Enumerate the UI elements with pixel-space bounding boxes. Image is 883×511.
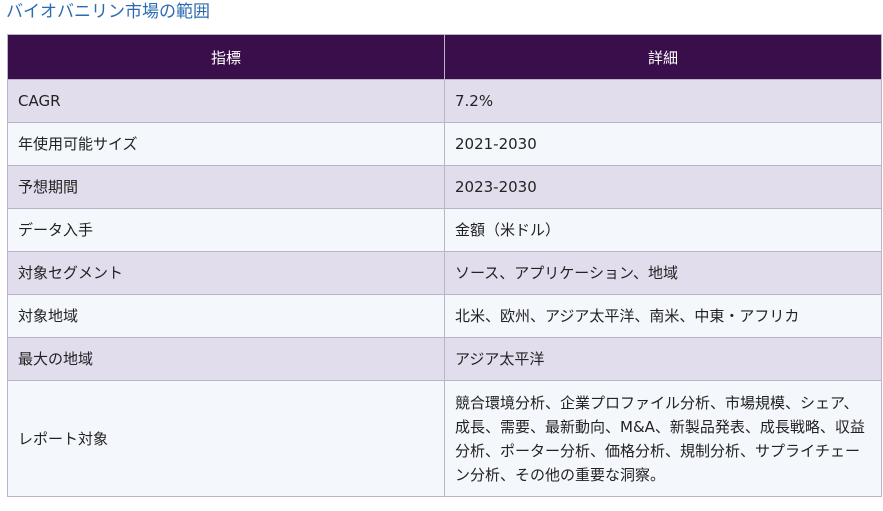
row-value: 競合環境分析、企業プロファイル分析、市場規模、シェア、成長、需要、最新動向、M&…	[444, 380, 882, 497]
page-title: バイオバニリン市場の範囲	[6, 2, 210, 22]
table-row: レポート対象 競合環境分析、企業プロファイル分析、市場規模、シェア、成長、需要、…	[7, 380, 882, 497]
row-value: 7.2%	[444, 79, 882, 123]
page: バイオバニリン市場の範囲 指標 詳細 CAGR 7.2% 年使用可能サイズ 20…	[0, 0, 883, 511]
table-row: CAGR 7.2%	[7, 79, 882, 123]
row-label: 年使用可能サイズ	[7, 122, 445, 166]
row-value: 2023-2030	[444, 165, 882, 209]
row-value: アジア太平洋	[444, 337, 882, 381]
row-value: 2021-2030	[444, 122, 882, 166]
table-row: 予想期間 2023-2030	[7, 165, 882, 209]
row-label: 対象セグメント	[7, 251, 445, 295]
table-row: データ入手 金額（米ドル）	[7, 208, 882, 252]
table-header-row: 指標 詳細	[7, 34, 882, 80]
row-label: 最大の地域	[7, 337, 445, 381]
table-row: 対象地域 北米、欧州、アジア太平洋、南米、中東・アフリカ	[7, 294, 882, 338]
row-label: 対象地域	[7, 294, 445, 338]
row-label: レポート対象	[7, 380, 445, 497]
column-header-metric: 指標	[7, 34, 445, 80]
column-header-details: 詳細	[444, 34, 882, 80]
table-row: 年使用可能サイズ 2021-2030	[7, 122, 882, 166]
row-label: CAGR	[7, 79, 445, 123]
table-row: 対象セグメント ソース、アプリケーション、地域	[7, 251, 882, 295]
market-scope-table: 指標 詳細 CAGR 7.2% 年使用可能サイズ 2021-2030 予想期間 …	[7, 34, 882, 497]
row-label: 予想期間	[7, 165, 445, 209]
row-value: ソース、アプリケーション、地域	[444, 251, 882, 295]
row-value: 金額（米ドル）	[444, 208, 882, 252]
row-label: データ入手	[7, 208, 445, 252]
table-row: 最大の地域 アジア太平洋	[7, 337, 882, 381]
row-value: 北米、欧州、アジア太平洋、南米、中東・アフリカ	[444, 294, 882, 338]
